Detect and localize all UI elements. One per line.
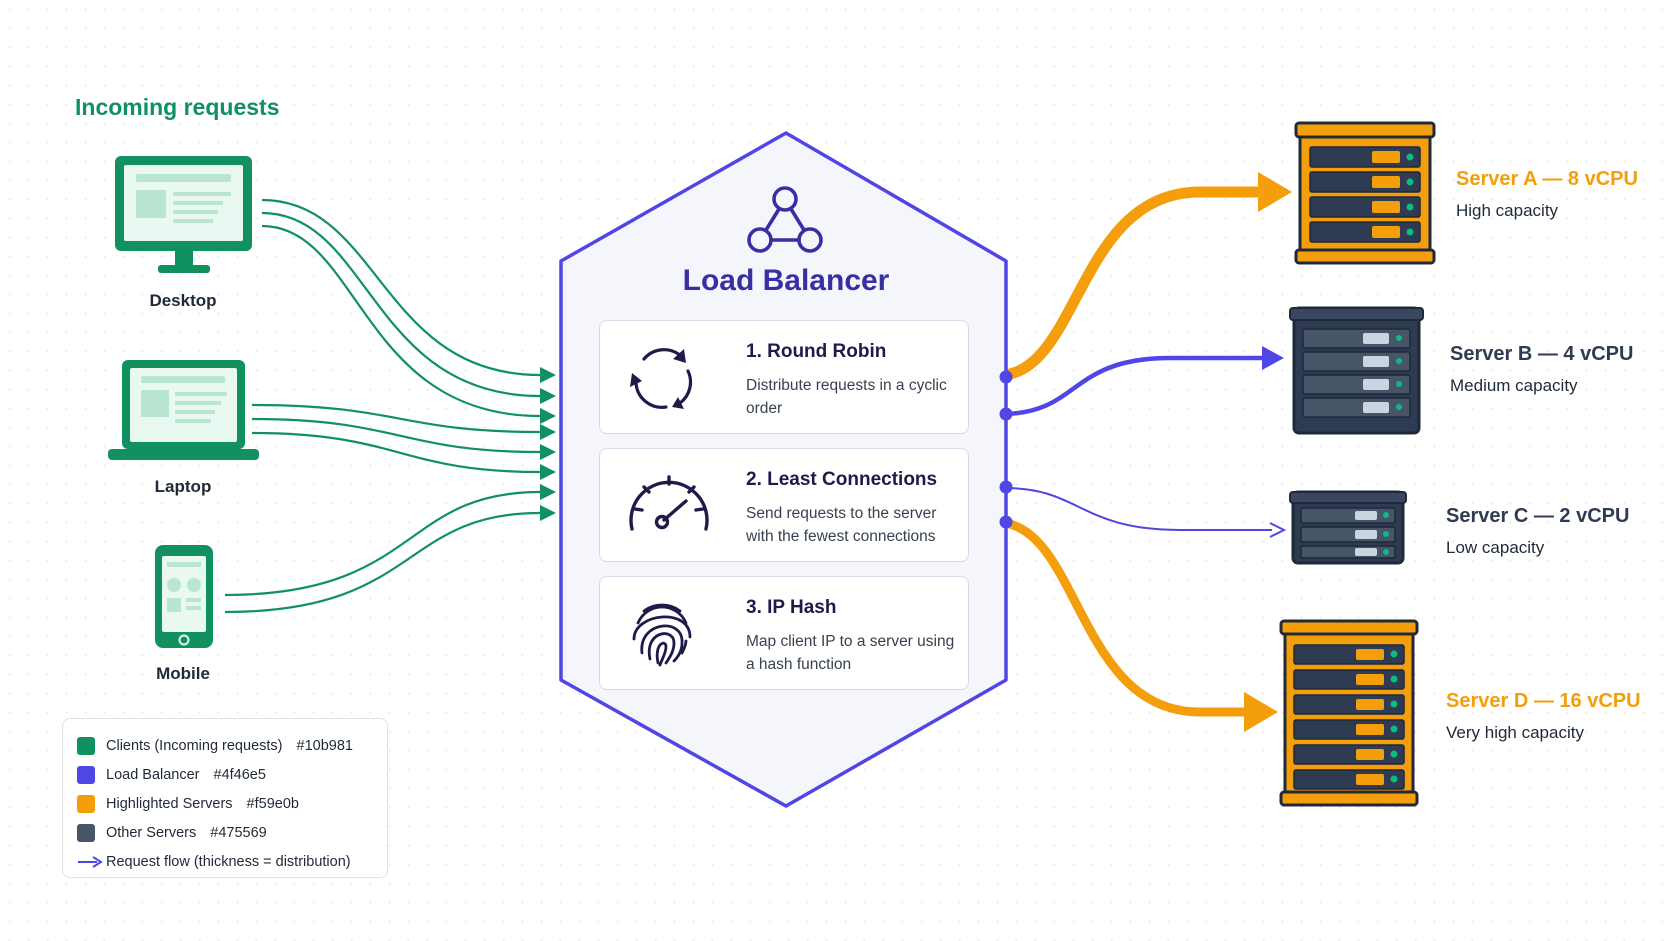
algorithm-title-round-robin: 1. Round Robin bbox=[746, 341, 887, 362]
server-a-icon bbox=[1294, 121, 1436, 265]
algorithm-title-ip-hash: 3. IP Hash bbox=[746, 597, 837, 618]
server-c-label: Server C — 2 vCPU Low capacity bbox=[1446, 505, 1629, 558]
algorithm-desc-round-robin: Distribute requests in a cyclic order bbox=[746, 377, 947, 417]
server-b-icon bbox=[1289, 306, 1424, 435]
legend: Clients (Incoming requests) #10b981 Load… bbox=[62, 718, 388, 878]
incoming-requests-heading: Incoming requests bbox=[75, 94, 280, 120]
server-c-desc: Low capacity bbox=[1446, 538, 1545, 557]
server-a-desc: High capacity bbox=[1456, 201, 1559, 220]
server-d-label: Server D — 16 vCPU Very high capacity bbox=[1446, 690, 1641, 743]
flow-to-server-c bbox=[1004, 487, 1272, 531]
legend-label-request-flow: Request flow (thickness = distribution) bbox=[106, 853, 351, 870]
algorithm-card-round-robin: 1. Round Robin Distribute requests in a … bbox=[599, 320, 969, 434]
legend-hex-load-balancer: #4f46e5 bbox=[213, 766, 266, 783]
fingerprint-icon bbox=[632, 603, 692, 667]
server-c-icon bbox=[1289, 490, 1407, 565]
server-flow-lines bbox=[999, 186, 1272, 717]
server-a-name: Server A — 8 vCPU bbox=[1456, 168, 1638, 190]
client-arrowheads bbox=[540, 367, 556, 521]
server-c-name: Server C — 2 vCPU bbox=[1446, 505, 1630, 527]
legend-label-other-servers: Other Servers bbox=[106, 824, 197, 841]
legend-hex-clients: #10b981 bbox=[296, 737, 353, 754]
desktop-icon bbox=[115, 156, 252, 273]
speedometer-icon bbox=[629, 475, 709, 531]
legend-item-other-servers: Other Servers #475569 bbox=[77, 818, 387, 847]
algorithm-desc-least-connections: Send requests to the server with the few… bbox=[746, 505, 937, 545]
flow-to-server-b bbox=[1004, 355, 1262, 417]
legend-swatch-clients bbox=[77, 736, 95, 755]
load-balancer-title: Load Balancer bbox=[682, 264, 890, 297]
algorithm-desc-ip-hash: Map client IP to a server using a hash f… bbox=[746, 633, 955, 673]
server-d-desc: Very high capacity bbox=[1446, 723, 1584, 742]
legend-label-highlighted-servers: Highlighted Servers bbox=[106, 795, 233, 812]
client-label-desktop: Desktop bbox=[149, 291, 217, 310]
legend-label-clients: Clients (Incoming requests) bbox=[106, 737, 283, 754]
legend-swatch-other-servers bbox=[77, 823, 95, 842]
laptop-icon bbox=[108, 360, 259, 460]
server-a-label: Server A — 8 vCPU High capacity bbox=[1456, 168, 1638, 221]
server-d-name: Server D — 16 vCPU bbox=[1446, 690, 1641, 712]
algorithm-title-least-connections: 2. Least Connections bbox=[746, 469, 938, 490]
server-d-icon bbox=[1279, 619, 1419, 807]
legend-label-load-balancer: Load Balancer bbox=[106, 766, 200, 783]
legend-swatch-load-balancer bbox=[77, 765, 95, 784]
legend-swatch-highlighted-servers bbox=[77, 794, 95, 813]
client-label-mobile: Mobile bbox=[156, 664, 210, 683]
legend-item-request-flow: Request flow (thickness = distribution) bbox=[77, 847, 387, 876]
server-b-desc: Medium capacity bbox=[1450, 376, 1578, 395]
legend-hex-highlighted-servers: #f59e0b bbox=[246, 795, 299, 812]
flow-to-server-a bbox=[999, 186, 1268, 381]
client-label-laptop: Laptop bbox=[154, 477, 212, 496]
client-flow-lines bbox=[224, 198, 541, 614]
server-b-label: Server B — 4 vCPU Medium capacity bbox=[1450, 343, 1633, 396]
legend-item-highlighted-servers: Highlighted Servers #f59e0b bbox=[77, 789, 387, 818]
flow-arrow-icon bbox=[78, 855, 103, 868]
cycle-arrows-icon bbox=[630, 348, 693, 409]
algorithm-card-ip-hash: 3. IP Hash Map client IP to a server usi… bbox=[599, 576, 969, 690]
mobile-icon bbox=[155, 545, 213, 648]
legend-item-clients: Clients (Incoming requests) #10b981 bbox=[77, 731, 387, 760]
flow-to-server-d bbox=[1000, 518, 1253, 717]
legend-hex-other-servers: #475569 bbox=[210, 824, 267, 841]
algorithm-card-least-connections: 2. Least Connections Send requests to th… bbox=[599, 448, 969, 562]
legend-item-load-balancer: Load Balancer #4f46e5 bbox=[77, 760, 387, 789]
server-b-name: Server B — 4 vCPU bbox=[1450, 343, 1634, 365]
